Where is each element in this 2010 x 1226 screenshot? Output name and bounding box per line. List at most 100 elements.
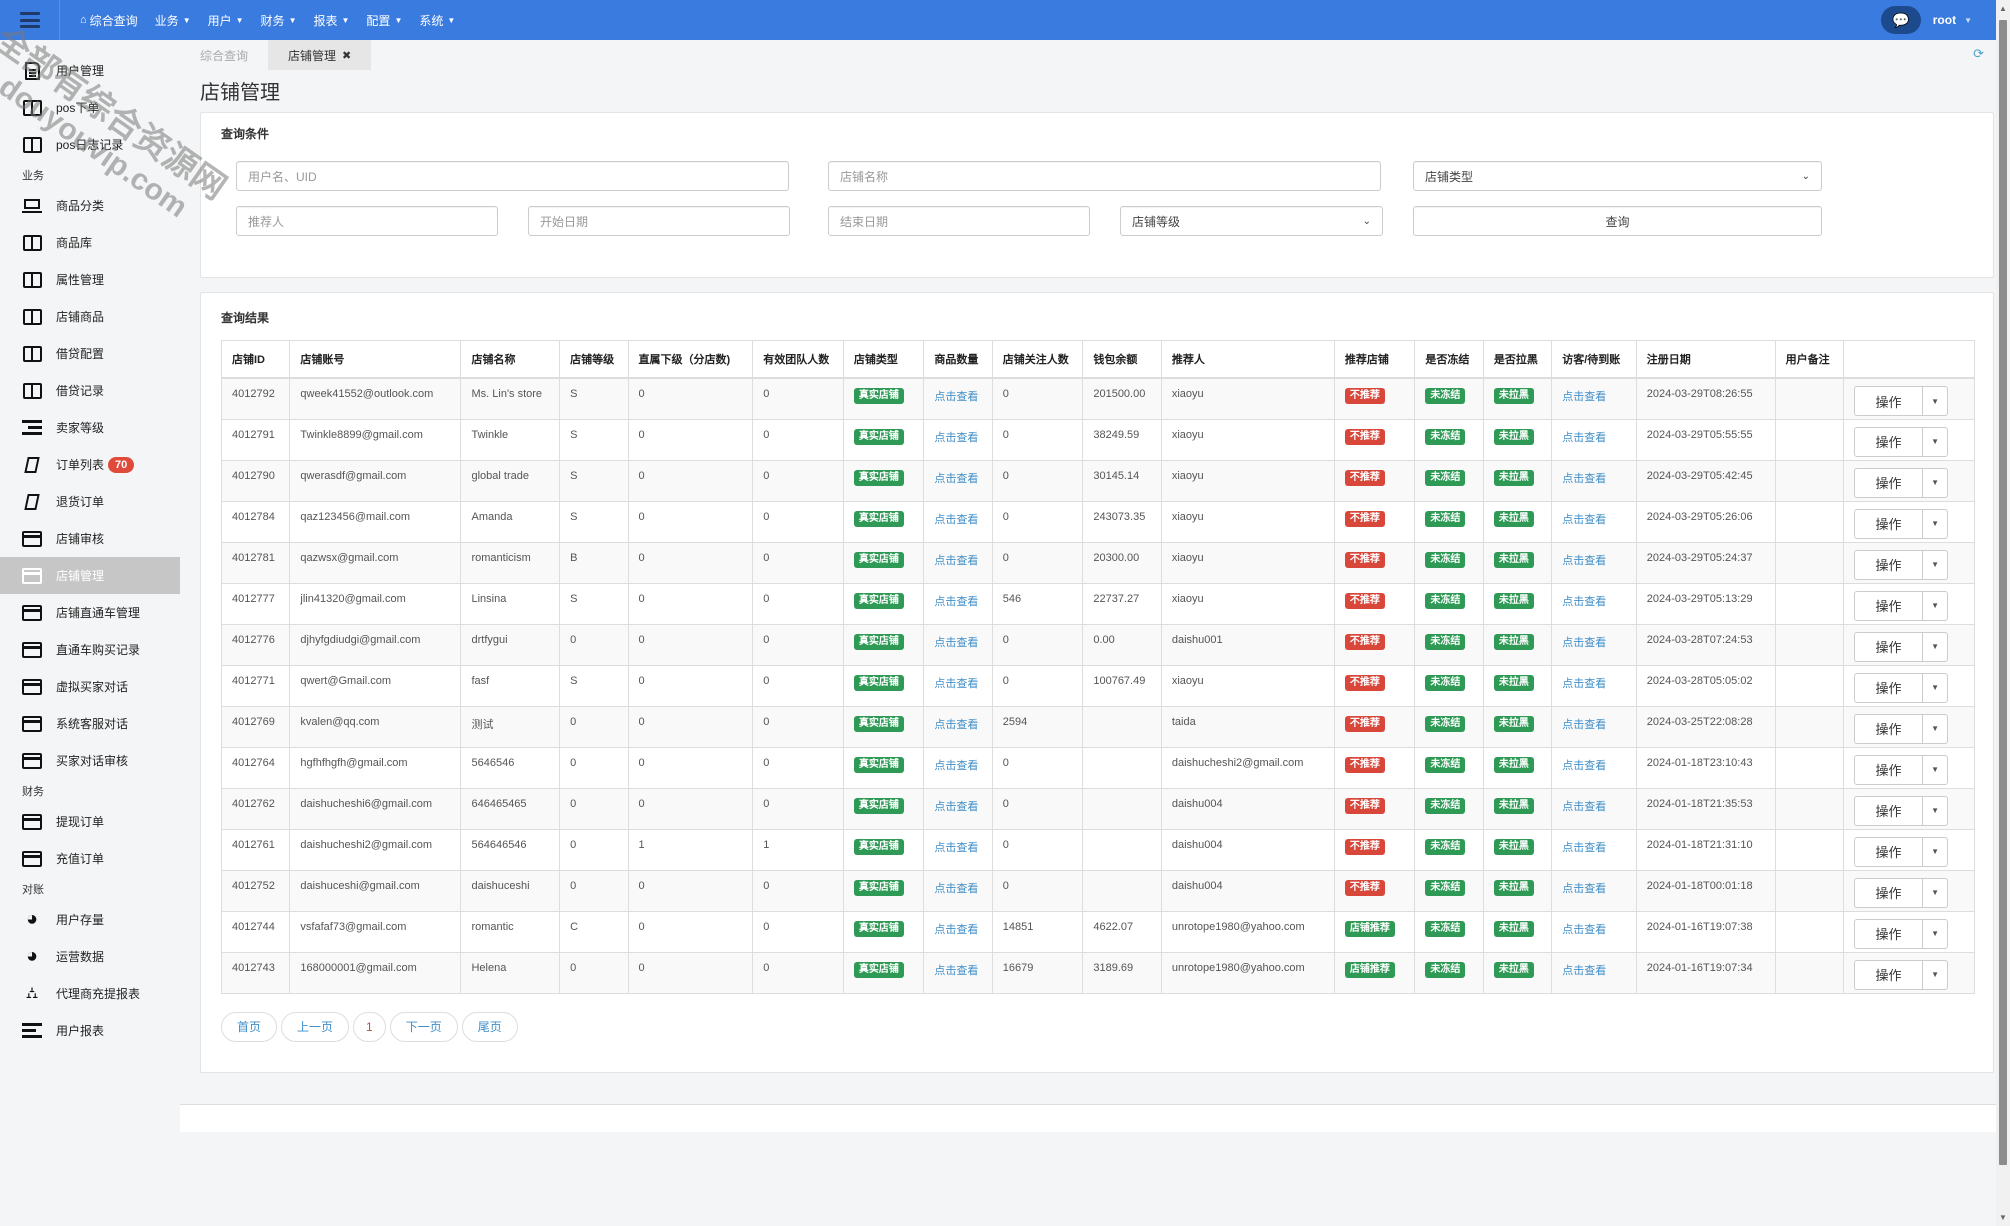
sidebar-item-1-14[interactable]: 系统客服对话 bbox=[0, 705, 180, 742]
visitor-link[interactable]: 点击查看 bbox=[1562, 678, 1606, 690]
sidebar-item-1-6[interactable]: 卖家等级 bbox=[0, 409, 180, 446]
shop-type-select[interactable]: 店铺类型 ⌄ bbox=[1413, 161, 1822, 191]
sidebar-item-3-0[interactable]: ◕ 用户存量 bbox=[0, 901, 180, 938]
shop-name-input[interactable]: 店铺名称 bbox=[828, 161, 1381, 191]
shop-level-select[interactable]: 店铺等级 ⌄ bbox=[1120, 206, 1383, 236]
sidebar-item-0-0[interactable]: 用户管理 bbox=[0, 52, 180, 89]
actions-button[interactable]: 操作 bbox=[1855, 878, 1924, 907]
goods-count-link[interactable]: 点击查看 bbox=[934, 596, 978, 608]
scroll-up-icon[interactable]: ▲ bbox=[1999, 4, 2007, 13]
visitor-link[interactable]: 点击查看 bbox=[1562, 391, 1606, 403]
goods-count-link[interactable]: 点击查看 bbox=[934, 842, 978, 854]
tab-1[interactable]: 店铺管理 ✖ bbox=[268, 40, 372, 70]
actions-button[interactable]: 操作 bbox=[1855, 427, 1924, 456]
goods-count-link[interactable]: 点击查看 bbox=[934, 555, 978, 567]
page-first-button[interactable]: 首页 bbox=[221, 1011, 278, 1042]
sidebar-item-1-15[interactable]: 买家对话审核 bbox=[0, 742, 180, 779]
page-current-button[interactable]: 1 bbox=[353, 1011, 386, 1042]
visitor-link[interactable]: 点击查看 bbox=[1562, 719, 1606, 731]
visitor-link[interactable]: 点击查看 bbox=[1562, 432, 1606, 444]
sidebar-item-1-7[interactable]: 订单列表 70 bbox=[0, 446, 180, 483]
visitor-link[interactable]: 点击查看 bbox=[1562, 924, 1606, 936]
visitor-link[interactable]: 点击查看 bbox=[1562, 637, 1606, 649]
top-nav-item-1[interactable]: 业务 ▼ bbox=[155, 12, 191, 29]
scroll-down-icon[interactable]: ▼ bbox=[1999, 1213, 2007, 1222]
sidebar-item-1-2[interactable]: 属性管理 bbox=[0, 261, 180, 298]
goods-count-link[interactable]: 点击查看 bbox=[934, 760, 978, 772]
scrollbar-thumb[interactable] bbox=[1999, 20, 2007, 1165]
visitor-link[interactable]: 点击查看 bbox=[1562, 801, 1606, 813]
tab-0[interactable]: 综合查询 bbox=[190, 40, 268, 70]
top-nav-item-2[interactable]: 用户 ▼ bbox=[208, 12, 244, 29]
actions-dropdown-toggle[interactable]: ▼ bbox=[1923, 715, 1947, 743]
actions-button[interactable]: 操作 bbox=[1855, 755, 1924, 784]
sidebar-item-1-8[interactable]: 退货订单 bbox=[0, 483, 180, 520]
page-scrollbar[interactable]: ▲ ▼ bbox=[1996, 0, 2010, 1226]
actions-dropdown-toggle[interactable]: ▼ bbox=[1923, 920, 1947, 948]
sidebar-item-1-1[interactable]: 商品库 bbox=[0, 224, 180, 261]
close-icon[interactable]: ✖ bbox=[342, 49, 351, 62]
actions-dropdown-toggle[interactable]: ▼ bbox=[1923, 469, 1947, 497]
goods-count-link[interactable]: 点击查看 bbox=[934, 637, 978, 649]
actions-button[interactable]: 操作 bbox=[1855, 796, 1924, 825]
visitor-link[interactable]: 点击查看 bbox=[1562, 596, 1606, 608]
sidebar-item-1-11[interactable]: 店铺直通车管理 bbox=[0, 594, 180, 631]
sidebar-item-2-1[interactable]: 充值订单 bbox=[0, 840, 180, 877]
goods-count-link[interactable]: 点击查看 bbox=[934, 432, 978, 444]
sidebar-item-1-9[interactable]: 店铺审核 bbox=[0, 520, 180, 557]
sidebar-item-3-1[interactable]: ◕ 运营数据 bbox=[0, 938, 180, 975]
page-last-button[interactable]: 尾页 bbox=[461, 1011, 518, 1042]
actions-dropdown-toggle[interactable]: ▼ bbox=[1923, 592, 1947, 620]
sidebar-item-3-2[interactable]: ⛼ 代理商充提报表 bbox=[0, 975, 180, 1012]
visitor-link[interactable]: 点击查看 bbox=[1562, 965, 1606, 977]
visitor-link[interactable]: 点击查看 bbox=[1562, 883, 1606, 895]
sidebar-item-1-3[interactable]: 店铺商品 bbox=[0, 298, 180, 335]
actions-button[interactable]: 操作 bbox=[1855, 714, 1924, 743]
actions-button[interactable]: 操作 bbox=[1855, 550, 1924, 579]
top-nav-item-3[interactable]: 财务 ▼ bbox=[261, 12, 297, 29]
end-date-input[interactable]: 结束日期 bbox=[828, 206, 1090, 236]
actions-button[interactable]: 操作 bbox=[1855, 919, 1924, 948]
actions-dropdown-toggle[interactable]: ▼ bbox=[1923, 510, 1947, 538]
referrer-input[interactable]: 推荐人 bbox=[236, 206, 498, 236]
actions-button[interactable]: 操作 bbox=[1855, 673, 1924, 702]
sidebar-item-1-10[interactable]: 店铺管理 bbox=[0, 557, 180, 594]
actions-button[interactable]: 操作 bbox=[1855, 837, 1924, 866]
goods-count-link[interactable]: 点击查看 bbox=[934, 678, 978, 690]
actions-button[interactable]: 操作 bbox=[1855, 960, 1924, 989]
visitor-link[interactable]: 点击查看 bbox=[1562, 842, 1606, 854]
sidebar-item-1-0[interactable]: 商品分类 bbox=[0, 187, 180, 224]
top-nav-item-4[interactable]: 报表 ▼ bbox=[313, 12, 349, 29]
actions-dropdown-toggle[interactable]: ▼ bbox=[1923, 838, 1947, 866]
actions-dropdown-toggle[interactable]: ▼ bbox=[1923, 551, 1947, 579]
chat-button[interactable]: 💬 bbox=[1880, 6, 1921, 34]
sidebar-item-0-1[interactable]: pos下单 bbox=[0, 89, 180, 126]
visitor-link[interactable]: 点击查看 bbox=[1562, 473, 1606, 485]
actions-button[interactable]: 操作 bbox=[1855, 591, 1924, 620]
sidebar-item-2-0[interactable]: 提现订单 bbox=[0, 803, 180, 840]
top-nav-item-0[interactable]: ⌂ 综合查询 bbox=[80, 12, 138, 29]
visitor-link[interactable]: 点击查看 bbox=[1562, 514, 1606, 526]
actions-button[interactable]: 操作 bbox=[1855, 468, 1924, 497]
actions-dropdown-toggle[interactable]: ▼ bbox=[1923, 428, 1947, 456]
actions-button[interactable]: 操作 bbox=[1855, 632, 1924, 661]
goods-count-link[interactable]: 点击查看 bbox=[934, 801, 978, 813]
actions-dropdown-toggle[interactable]: ▼ bbox=[1923, 797, 1947, 825]
goods-count-link[interactable]: 点击查看 bbox=[934, 514, 978, 526]
page-next-button[interactable]: 下一页 bbox=[389, 1011, 458, 1042]
sidebar-item-1-5[interactable]: 借贷记录 bbox=[0, 372, 180, 409]
username-uid-input[interactable]: 用户名、UID bbox=[236, 161, 789, 191]
search-button[interactable]: 查询 bbox=[1413, 206, 1822, 236]
sidebar-item-1-12[interactable]: 直通车购买记录 bbox=[0, 631, 180, 668]
visitor-link[interactable]: 点击查看 bbox=[1562, 555, 1606, 567]
sidebar-item-1-13[interactable]: 虚拟买家对话 bbox=[0, 668, 180, 705]
goods-count-link[interactable]: 点击查看 bbox=[934, 965, 978, 977]
menu-toggle-button[interactable] bbox=[0, 0, 60, 40]
visitor-link[interactable]: 点击查看 bbox=[1562, 760, 1606, 772]
refresh-icon[interactable]: ⟳ bbox=[1973, 46, 1984, 62]
actions-dropdown-toggle[interactable]: ▼ bbox=[1923, 879, 1947, 907]
sidebar-item-1-4[interactable]: 借贷配置 bbox=[0, 335, 180, 372]
goods-count-link[interactable]: 点击查看 bbox=[934, 473, 978, 485]
actions-button[interactable]: 操作 bbox=[1855, 509, 1924, 538]
sidebar-item-0-2[interactable]: pos日志记录 bbox=[0, 126, 180, 163]
